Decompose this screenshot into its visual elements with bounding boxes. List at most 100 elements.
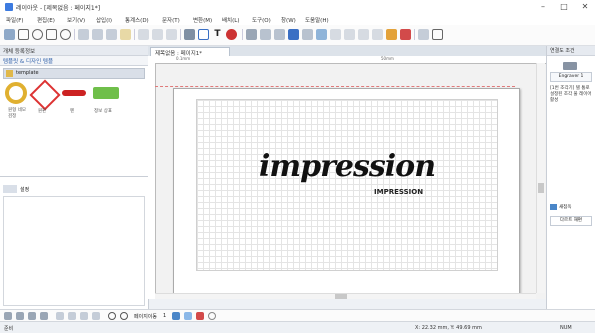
toolbar-separator xyxy=(134,29,135,40)
thumbnail-pen[interactable] xyxy=(62,90,86,96)
horizontal-scrollbar[interactable] xyxy=(155,293,536,299)
menu-insert[interactable]: 삽입(I) xyxy=(96,16,112,24)
redo-icon[interactable] xyxy=(92,312,100,320)
grid-tool-icon[interactable] xyxy=(78,29,89,40)
maximize-button[interactable]: □ xyxy=(557,1,571,13)
circle-tool-icon[interactable] xyxy=(32,29,43,40)
color-picker-icon[interactable] xyxy=(226,29,237,40)
menu-bar: 파일(F) 편집(E) 보기(V) 삽입(I) 통계스(D) 문자(T) 변환(… xyxy=(0,14,595,25)
cut-icon[interactable] xyxy=(56,312,64,320)
engraver-icon[interactable] xyxy=(563,62,577,70)
restore-button[interactable]: 다르트 재편 xyxy=(550,216,592,226)
properties-panel: 개체 등록정보 템플릿 & 디자인 템플 template 원형 네모검정 원판… xyxy=(0,46,149,309)
undo-icon[interactable] xyxy=(80,312,88,320)
thumbnail-label: 정보 상표 xyxy=(94,109,112,114)
stop-icon[interactable] xyxy=(196,312,204,320)
select-tool-icon[interactable] xyxy=(4,29,15,40)
ellipse-tool-icon[interactable] xyxy=(60,29,71,40)
shadow-tool-icon[interactable] xyxy=(358,29,369,40)
copy-page-icon[interactable] xyxy=(16,312,24,320)
align-horizontal-icon[interactable] xyxy=(138,29,149,40)
thumbnail-ring[interactable] xyxy=(5,82,27,104)
pen-tool-icon[interactable] xyxy=(246,29,257,40)
panel-divider xyxy=(0,176,148,177)
toolbar-separator xyxy=(242,29,243,40)
table-icon[interactable] xyxy=(184,29,195,40)
vertical-scroll-thumb[interactable] xyxy=(538,183,544,193)
drawing-canvas[interactable]: 0.1mm 50mm impression IMPRESSION xyxy=(148,56,546,299)
thumbnail-label: 원판 xyxy=(38,109,47,114)
image-tool-icon[interactable] xyxy=(260,29,271,40)
thumbnail-diamond[interactable] xyxy=(29,79,61,111)
connection-panel-title: 연결도 조건 xyxy=(550,48,575,54)
effect-tool-icon[interactable] xyxy=(344,29,355,40)
distribute-icon[interactable] xyxy=(166,29,177,40)
node-tool-icon[interactable] xyxy=(92,29,103,40)
page-icon[interactable] xyxy=(172,312,180,320)
chart-tool-icon[interactable] xyxy=(302,29,313,40)
minimize-button[interactable]: – xyxy=(536,1,550,13)
toolbar-separator xyxy=(180,29,181,40)
impression-logo[interactable]: impression xyxy=(259,149,436,184)
properties-panel-header: 개체 등록정보 xyxy=(0,46,148,56)
window-title: 레이아웃 - [제목없음 : 페이지1*] xyxy=(16,5,101,12)
template-section-header: 템플릿 & 디자인 템플 xyxy=(0,56,148,66)
engraver-device[interactable]: Engraver 1 xyxy=(550,72,592,82)
grid-area xyxy=(196,99,498,271)
menu-file[interactable]: 파일(F) xyxy=(6,16,24,24)
thumbnail-label: 원형 네모검정 xyxy=(8,108,26,119)
select-frame-icon[interactable] xyxy=(198,29,209,40)
settings-icon[interactable] xyxy=(3,185,17,193)
menu-view[interactable]: 보기(V) xyxy=(67,16,85,24)
delete-page-icon[interactable] xyxy=(28,312,36,320)
paste-icon[interactable] xyxy=(68,312,76,320)
horizontal-ruler: 0.1mm 50mm xyxy=(148,56,546,64)
zoom-in-icon[interactable] xyxy=(108,312,116,320)
menu-edit[interactable]: 편집(E) xyxy=(37,16,55,24)
engrave-tool-icon[interactable] xyxy=(400,29,411,40)
impression-subtext[interactable]: IMPRESSION xyxy=(374,188,423,196)
text-tool-icon[interactable]: T xyxy=(212,29,223,40)
page-sheet[interactable]: impression IMPRESSION xyxy=(173,88,520,295)
menu-arrange[interactable]: 배치(L) xyxy=(222,16,239,24)
status-mode: 준비 xyxy=(4,326,14,332)
template-category: template xyxy=(16,70,39,76)
magic-tool-icon[interactable] xyxy=(386,29,397,40)
menu-text[interactable]: 문자(T) xyxy=(162,16,180,24)
menu-tools[interactable]: 도구(O) xyxy=(252,16,271,24)
contour-tool-icon[interactable] xyxy=(372,29,383,40)
crop-tool-icon[interactable] xyxy=(418,29,429,40)
menu-window[interactable]: 창(W) xyxy=(281,16,296,24)
main-toolbar: T xyxy=(0,25,595,46)
line-tool-icon[interactable] xyxy=(18,29,29,40)
align-vertical-icon[interactable] xyxy=(152,29,163,40)
zoom-out-icon[interactable] xyxy=(120,312,128,320)
horizontal-scroll-thumb[interactable] xyxy=(335,294,347,299)
menu-stats[interactable]: 통계스(D) xyxy=(125,16,149,24)
photo-tool-icon[interactable] xyxy=(316,29,327,40)
barcode-tool-icon[interactable] xyxy=(274,29,285,40)
page-selector[interactable]: 페이지이동 xyxy=(134,313,157,320)
lower-list-area[interactable] xyxy=(3,196,145,306)
zoom-level[interactable]: 1 xyxy=(163,313,166,319)
template-category-dropdown[interactable]: template xyxy=(3,68,145,79)
thumbnail-label: 펜 xyxy=(70,109,75,114)
vertical-scrollbar[interactable] xyxy=(536,63,545,293)
rotate-tool-icon[interactable] xyxy=(106,29,117,40)
print-icon[interactable] xyxy=(40,312,48,320)
thumbnail-stamp[interactable] xyxy=(93,87,119,99)
fill-tool-icon[interactable] xyxy=(288,29,299,40)
new-page-icon[interactable] xyxy=(4,312,12,320)
close-button[interactable]: ✕ xyxy=(578,1,592,13)
settings-label: 설정 xyxy=(20,187,30,193)
link-button[interactable]: 새점옥 xyxy=(559,204,571,210)
guide-line[interactable] xyxy=(155,86,515,87)
lock-icon[interactable] xyxy=(120,29,131,40)
frame-tool-icon[interactable] xyxy=(432,29,443,40)
menu-help[interactable]: 도움말(H) xyxy=(305,16,329,24)
clock-icon[interactable] xyxy=(208,312,216,320)
menu-convert[interactable]: 변환(M) xyxy=(193,16,212,24)
layer-icon[interactable] xyxy=(184,312,192,320)
transform-tool-icon[interactable] xyxy=(330,29,341,40)
rectangle-tool-icon[interactable] xyxy=(46,29,57,40)
